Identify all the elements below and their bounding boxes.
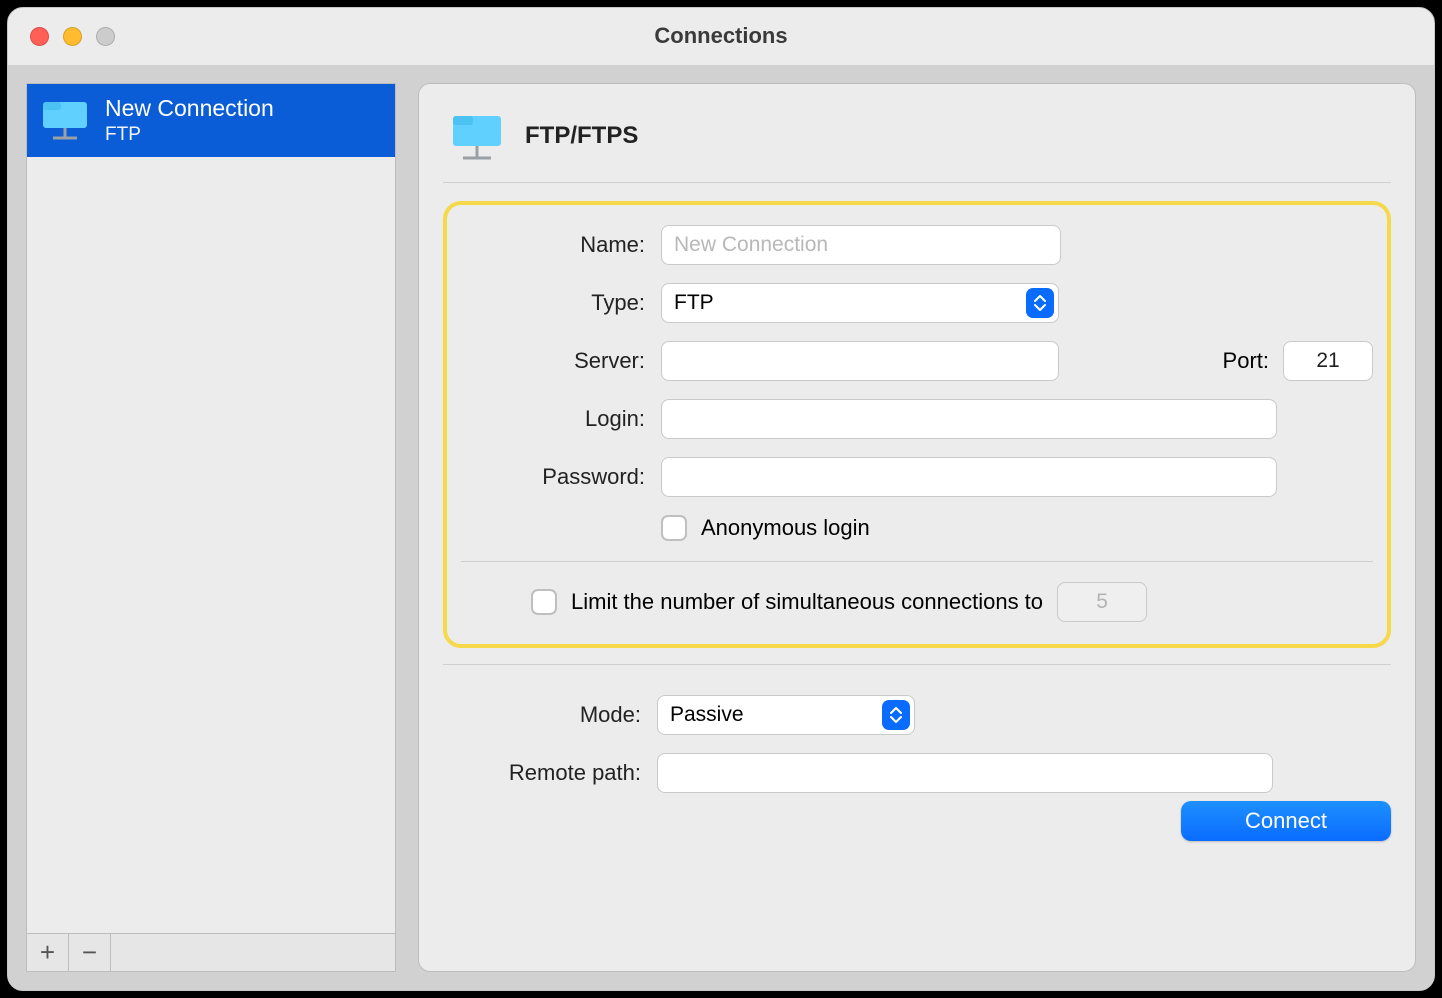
mode-select[interactable]: Passive	[657, 695, 915, 735]
chevron-up-down-icon	[882, 700, 910, 730]
limit-checkbox[interactable]	[531, 589, 557, 615]
divider	[461, 561, 1373, 562]
remote-path-label: Remote path:	[457, 760, 657, 786]
window-controls	[30, 27, 115, 46]
chevron-up-down-icon	[1026, 288, 1054, 318]
limit-input[interactable]	[1057, 582, 1147, 622]
network-folder-icon	[447, 108, 507, 164]
connection-list-item[interactable]: New Connection FTP	[27, 84, 395, 157]
mode-label: Mode:	[457, 702, 657, 728]
zoom-window-button[interactable]	[96, 27, 115, 46]
window-title: Connections	[8, 23, 1434, 49]
name-row: Name:	[461, 225, 1373, 265]
connect-row: Connect	[443, 801, 1391, 841]
connect-button[interactable]: Connect	[1181, 801, 1391, 841]
limit-row: Limit the number of simultaneous connect…	[461, 582, 1373, 622]
name-label: Name:	[461, 232, 661, 258]
connections-list: New Connection FTP	[27, 84, 395, 933]
close-window-button[interactable]	[30, 27, 49, 46]
add-connection-button[interactable]: +	[27, 934, 69, 971]
name-input[interactable]	[661, 225, 1061, 265]
connection-list-item-text: New Connection FTP	[105, 94, 274, 147]
anonymous-label: Anonymous login	[701, 515, 870, 541]
server-row: Server: Port:	[461, 341, 1373, 381]
connection-form-highlight: Name: Type: FTP Server:	[443, 201, 1391, 648]
login-row: Login:	[461, 399, 1373, 439]
anonymous-checkbox[interactable]	[661, 515, 687, 541]
type-select[interactable]: FTP	[661, 283, 1059, 323]
login-label: Login:	[461, 406, 661, 432]
connection-settings-panel: FTP/FTPS Name: Type: FTP	[418, 83, 1416, 972]
password-label: Password:	[461, 464, 661, 490]
type-value: FTP	[674, 291, 714, 315]
connect-button-label: Connect	[1245, 808, 1327, 834]
type-row: Type: FTP	[461, 283, 1373, 323]
window-body: New Connection FTP + −	[8, 65, 1434, 990]
port-label: Port:	[1223, 348, 1283, 374]
server-label: Server:	[461, 348, 661, 374]
anonymous-row: Anonymous login	[461, 515, 1373, 541]
plus-icon: +	[40, 937, 55, 968]
additional-settings: Mode: Passive Remote path:	[443, 664, 1391, 793]
connections-window: Connections New Connection	[7, 7, 1435, 991]
mode-value: Passive	[670, 703, 744, 727]
minus-icon: −	[82, 937, 97, 968]
mode-row: Mode: Passive	[457, 695, 1377, 735]
port-input[interactable]	[1283, 341, 1373, 381]
password-input[interactable]	[661, 457, 1277, 497]
type-label: Type:	[461, 290, 661, 316]
server-input[interactable]	[661, 341, 1059, 381]
titlebar: Connections	[8, 8, 1434, 65]
remove-connection-button[interactable]: −	[69, 934, 111, 971]
limit-label: Limit the number of simultaneous connect…	[571, 589, 1043, 615]
remote-path-input[interactable]	[657, 753, 1273, 793]
password-row: Password:	[461, 457, 1373, 497]
panel-header: FTP/FTPS	[443, 102, 1391, 183]
login-input[interactable]	[661, 399, 1277, 439]
connection-title: New Connection	[105, 94, 274, 123]
network-folder-icon	[39, 96, 91, 144]
connection-subtitle: FTP	[105, 123, 274, 147]
connections-sidebar: New Connection FTP + −	[26, 83, 396, 972]
remote-path-row: Remote path:	[457, 753, 1377, 793]
minimize-window-button[interactable]	[63, 27, 82, 46]
sidebar-footer: + −	[27, 933, 395, 971]
panel-title: FTP/FTPS	[525, 122, 638, 150]
